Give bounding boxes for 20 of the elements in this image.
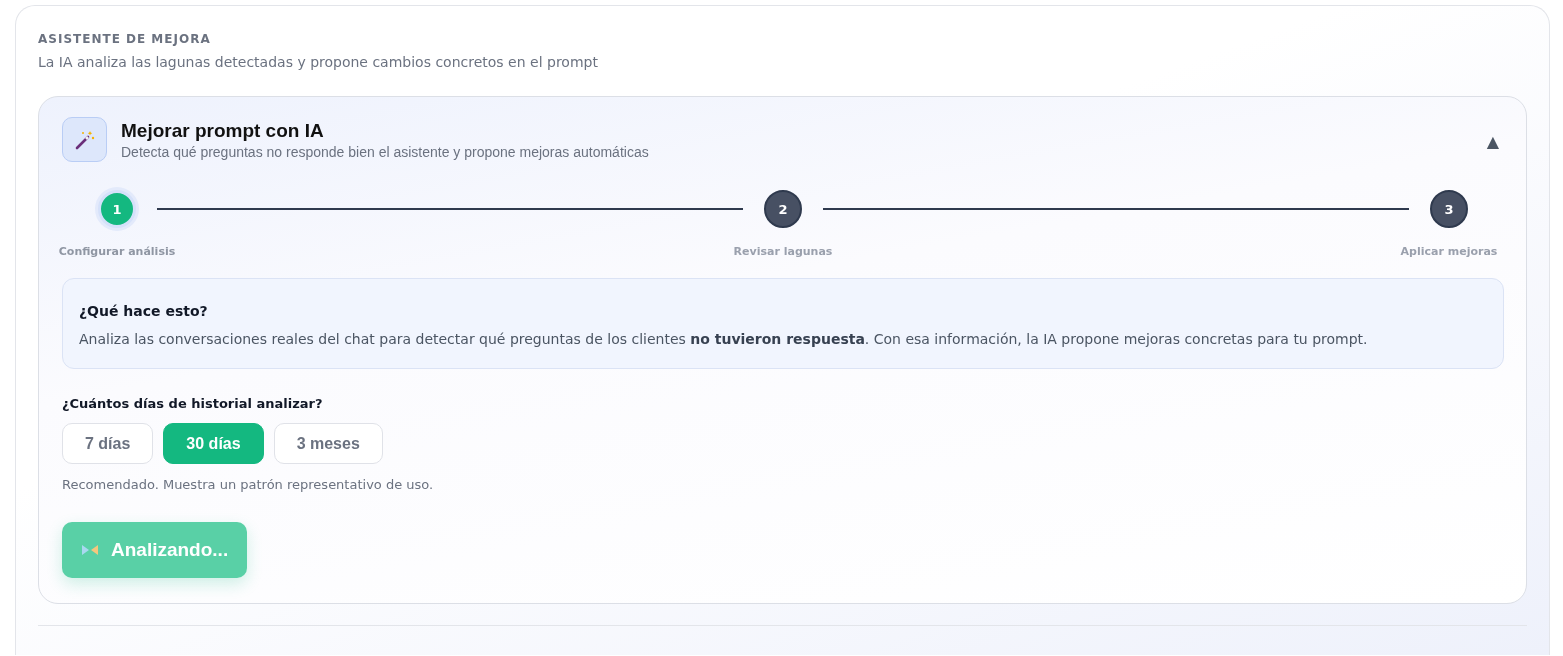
step-label: Configurar análisis <box>58 245 176 258</box>
range-option[interactable]: 30 días <box>163 423 264 464</box>
section-subtitle: La IA analiza las lagunas detectadas y propone cambios concretos en el prompt <box>38 54 599 70</box>
info-text: Analiza las conversaciones reales del chat para detectar qué preguntas de los clientes no tuvieron respuesta. Con esa información, la IA propone mejoras concretas para tu prompt. <box>79 331 1369 347</box>
loading-icon <box>81 543 99 557</box>
range-option[interactable]: 3 meses <box>273 423 383 464</box>
range-option[interactable]: 7 días <box>62 423 154 464</box>
hint-text: Recomendado. Muestra un patrón representativo de uso. <box>62 477 435 492</box>
info-title: ¿Qué hace esto? <box>79 303 209 319</box>
step-circle: 1 <box>98 190 136 228</box>
section-title: ASISTENTE DE MEJORA <box>38 32 212 46</box>
step-label: Revisar lagunas <box>733 245 833 258</box>
step-label: Aplicar mejoras <box>1400 245 1498 258</box>
collapse-toggle[interactable]: ▲ <box>1481 132 1504 151</box>
panel-title: Mejorar prompt con IA <box>121 119 325 142</box>
step-circle: 3 <box>1430 190 1468 228</box>
panel-subtitle: Detecta qué preguntas no responde bien el asistente y propone mejoras automáticas <box>121 143 650 160</box>
step-circle: 2 <box>764 190 802 228</box>
magic-wand-icon <box>62 117 107 162</box>
question-label: ¿Cuántos días de historial analizar? <box>62 396 324 411</box>
